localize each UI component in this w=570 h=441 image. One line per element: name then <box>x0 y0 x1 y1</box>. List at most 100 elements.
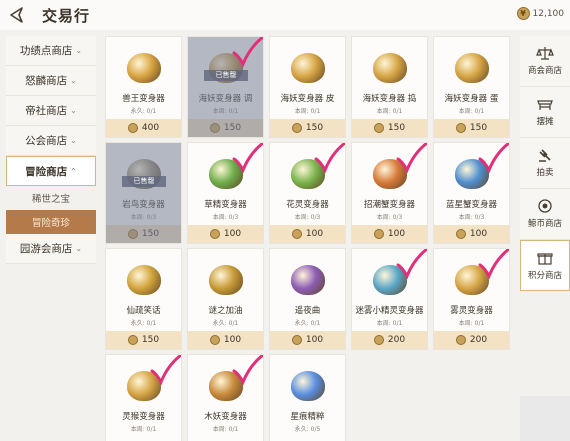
item-price-value: 150 <box>305 123 324 133</box>
coin-icon <box>127 335 138 345</box>
item-card[interactable]: 海妖变身器 皮本周: 0/1 150 <box>269 36 346 138</box>
item-card[interactable]: 草精变身器 本周: 0/3 100 <box>187 142 264 244</box>
item-image <box>206 260 246 300</box>
back-icon[interactable] <box>6 5 28 25</box>
nav-item-label: 冒险商店 <box>25 165 68 178</box>
sub-item-rare-treasure[interactable]: 稀世之宝 <box>6 186 96 210</box>
item-price-value: 100 <box>387 229 406 239</box>
checkmark-icon <box>232 37 263 68</box>
item-card[interactable]: 木妖变身器 本周: 0/1 <box>187 354 264 441</box>
nav-item-dishe-shop[interactable]: 帝社商店 ⌄ <box>6 96 96 126</box>
nav-item-nulin-shop[interactable]: 怒麟商店 ⌄ <box>6 66 96 96</box>
item-price: 100 <box>270 225 345 243</box>
nav-item-label: 园游会商店 <box>19 243 73 255</box>
item-limit: 本周: 0/1 <box>294 108 321 115</box>
checkmark-icon <box>396 249 427 280</box>
item-card[interactable]: 仙疏笑话 永久: 0/1 150 <box>105 248 182 350</box>
item-price-value: 100 <box>305 229 324 239</box>
coin-icon <box>373 123 384 133</box>
item-icon <box>291 265 325 295</box>
item-name: 海妖变身器 捣 <box>362 94 417 104</box>
item-price-value: 100 <box>223 335 242 345</box>
item-price: 400 <box>106 119 181 137</box>
item-price: 150 <box>434 119 509 137</box>
item-image <box>452 48 492 88</box>
item-card[interactable]: 星痕精粹 永久: 0/5 <box>269 354 346 441</box>
coin-icon <box>127 123 138 133</box>
item-price: 200 <box>434 331 509 349</box>
checkmark-icon <box>314 143 345 174</box>
nav-label: 摆摊 <box>536 117 554 127</box>
item-card[interactable]: 雾灵变身器本周: 0/1 200 <box>433 248 510 350</box>
sold-out-badge: 已售罄 <box>122 176 166 187</box>
checkmark-icon <box>232 355 263 386</box>
item-image <box>370 48 410 88</box>
item-price: 100 <box>188 225 263 243</box>
item-limit: 永久: 0/1 <box>130 108 157 115</box>
nav-item-adventure-shop[interactable]: 冒险商店 ⌃ <box>6 156 96 186</box>
item-card[interactable]: 岩鸟变身器本周: 0/3150已售罄 <box>105 142 182 244</box>
watermark <box>520 396 570 441</box>
item-price: 200 <box>352 331 427 349</box>
checkmark-icon <box>150 355 181 386</box>
item-limit: 本周: 0/1 <box>458 320 485 327</box>
currency-display: ¥ 12,100 <box>516 7 564 20</box>
item-price-value: 150 <box>141 335 160 345</box>
item-card[interactable]: 遥夜曲永久: 0/1 100 <box>269 248 346 350</box>
left-nav: 功绩点商店 ⌄ 怒麟商店 ⌄ 帝社商店 ⌄ 公会商店 ⌄ 冒险商店 ⌃ 稀世之宝… <box>6 36 96 264</box>
item-card[interactable]: 海妖变身器 调本周: 0/1150已售罄 <box>187 36 264 138</box>
item-price-value: 200 <box>387 335 406 345</box>
nav-item-label: 公会商店 <box>25 135 68 147</box>
nav-item-guild-shop[interactable]: 公会商店 ⌄ <box>6 126 96 156</box>
item-card[interactable]: 兽王变身器永久: 0/1 400 <box>105 36 182 138</box>
item-price-value: 100 <box>223 229 242 239</box>
nav-item-fair-shop[interactable]: 园游会商店 ⌄ <box>6 234 96 264</box>
nav-whale-coin-shop[interactable]: 鲸币商店 <box>520 189 570 240</box>
item-limit: 本周: 0/1 <box>212 426 239 433</box>
nav-item-merit-shop[interactable]: 功绩点商店 ⌄ <box>6 36 96 66</box>
coin-icon <box>373 229 384 239</box>
chevron-down-icon: ⌄ <box>70 76 77 85</box>
item-card[interactable]: 迷雾小精灵变身器 本周: 0/1 200 <box>351 248 428 350</box>
item-name: 谜之加油 <box>208 306 243 316</box>
nav-stall[interactable]: 摆摊 <box>520 87 570 138</box>
item-card[interactable]: 花灵变身器 本周: 0/3 100 <box>269 142 346 244</box>
item-name: 草精变身器 <box>204 200 247 210</box>
item-name: 雾灵变身器 <box>450 306 493 316</box>
item-limit: 永久: 0/1 <box>130 320 157 327</box>
item-image <box>124 260 164 300</box>
item-price-value: 200 <box>469 335 488 345</box>
item-name: 遥夜曲 <box>294 306 321 316</box>
item-name: 花灵变身器 <box>286 200 329 210</box>
item-limit: 本周: 0/3 <box>376 214 403 221</box>
nav-item-label: 怒麟商店 <box>25 75 68 87</box>
item-limit: 本周: 0/1 <box>376 108 403 115</box>
sold-overlay <box>106 143 181 243</box>
item-image <box>288 260 328 300</box>
item-card[interactable]: 海妖变身器 蛋本周: 0/1 150 <box>433 36 510 138</box>
nav-points-shop[interactable]: 积分商店 <box>520 240 570 291</box>
item-card[interactable]: 谜之加油 永久: 0/1 100 <box>187 248 264 350</box>
item-icon <box>127 53 161 83</box>
nav-chamber-shop[interactable]: 商会商店 <box>520 36 570 87</box>
stall-icon <box>537 100 553 110</box>
checkmark-icon <box>396 143 427 174</box>
item-card[interactable]: 海妖变身器 捣本周: 0/1 150 <box>351 36 428 138</box>
chevron-down-icon: ⌄ <box>70 106 77 115</box>
item-card[interactable]: 灵猴变身器 本周: 0/1 <box>105 354 182 441</box>
item-limit: 永久: 0/1 <box>294 320 321 327</box>
item-name: 蓝星蟹变身器 <box>445 200 497 210</box>
nav-auction[interactable]: 拍卖 <box>520 138 570 189</box>
item-card[interactable]: 蓝星蟹变身器 本周: 0/3 100 <box>433 142 510 244</box>
item-price: 100 <box>270 331 345 349</box>
checkmark-icon <box>478 143 509 174</box>
sub-item-adventure-treasure[interactable]: 冒险奇珍 <box>6 210 96 234</box>
item-limit: 本周: 0/1 <box>458 108 485 115</box>
nav-label: 鲸币商店 <box>527 219 562 229</box>
item-name: 兽王变身器 <box>122 94 165 104</box>
item-card[interactable]: 招潮蟹变身器 本周: 0/3 100 <box>351 142 428 244</box>
item-name: 迷雾小精灵变身器 <box>355 306 424 316</box>
item-limit: 永久: 0/5 <box>294 426 321 433</box>
item-name: 招潮蟹变身器 <box>363 200 415 210</box>
sold-out-badge: 已售罄 <box>204 70 248 81</box>
